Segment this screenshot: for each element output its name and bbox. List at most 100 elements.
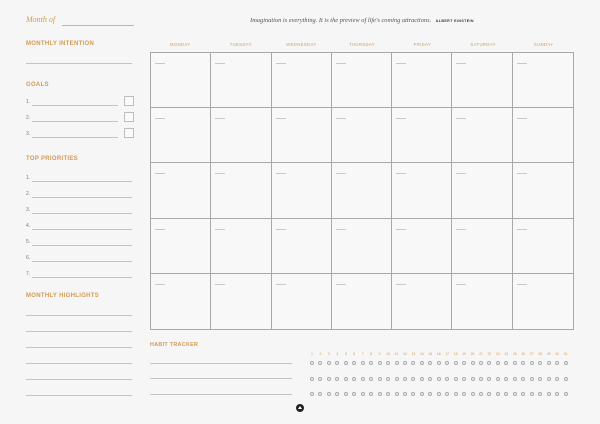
goal-checkbox[interactable] — [124, 96, 134, 106]
habit-circle[interactable] — [318, 392, 323, 396]
calendar-day-cell[interactable] — [392, 53, 453, 109]
habit-circle[interactable] — [419, 377, 424, 381]
calendar-day-cell[interactable] — [512, 163, 573, 219]
goal-line[interactable] — [32, 121, 118, 122]
habit-circle[interactable] — [479, 361, 483, 365]
habit-name-line[interactable] — [150, 394, 292, 395]
calendar-day-cell[interactable] — [452, 53, 513, 109]
calendar-day-cell[interactable] — [392, 273, 453, 329]
priority-line[interactable] — [32, 245, 132, 246]
habit-circle[interactable] — [352, 392, 357, 396]
habit-circle[interactable] — [402, 392, 407, 396]
calendar-day-cell[interactable] — [331, 163, 393, 219]
calendar-day-cell[interactable] — [452, 108, 513, 164]
calendar-day-cell[interactable] — [512, 219, 573, 274]
habit-circle[interactable] — [377, 361, 382, 365]
habit-circle[interactable] — [555, 377, 560, 381]
habit-circle[interactable] — [504, 377, 509, 381]
habit-circle[interactable] — [512, 361, 517, 365]
habit-circle[interactable] — [394, 377, 399, 381]
habit-circle[interactable] — [462, 361, 467, 365]
monthly-intention-line[interactable] — [26, 63, 132, 64]
habit-circle[interactable] — [487, 377, 492, 381]
habit-circle[interactable] — [377, 392, 382, 396]
calendar-day-cell[interactable] — [452, 218, 513, 274]
highlight-line[interactable] — [26, 363, 132, 364]
goal-checkbox[interactable] — [124, 128, 134, 138]
habit-circle[interactable] — [377, 377, 382, 381]
calendar-day-cell[interactable] — [392, 163, 453, 219]
habit-circle[interactable] — [462, 392, 467, 396]
calendar-day-cell[interactable] — [513, 274, 573, 329]
calendar-day-cell[interactable] — [332, 273, 393, 329]
habit-circle[interactable] — [563, 392, 568, 396]
habit-circle[interactable] — [419, 392, 424, 396]
habit-circle[interactable] — [394, 392, 399, 396]
habit-circle[interactable] — [538, 361, 543, 365]
habit-circle[interactable] — [428, 392, 433, 396]
calendar-day-cell[interactable] — [271, 218, 332, 274]
habit-circle[interactable] — [495, 361, 500, 365]
habit-circle[interactable] — [462, 377, 467, 381]
habit-circle[interactable] — [453, 361, 458, 365]
habit-circle[interactable] — [555, 361, 560, 365]
habit-name-line[interactable] — [150, 363, 292, 364]
habit-circle[interactable] — [504, 361, 509, 365]
habit-circle[interactable] — [402, 361, 407, 365]
habit-circle[interactable] — [470, 392, 475, 396]
habit-circle[interactable] — [394, 361, 399, 365]
calendar-day-cell[interactable] — [151, 163, 212, 219]
habit-circle[interactable] — [453, 377, 458, 381]
habit-circle[interactable] — [487, 361, 492, 365]
habit-circle[interactable] — [335, 377, 340, 381]
habit-circle[interactable] — [546, 361, 551, 365]
calendar-day-cell[interactable] — [271, 108, 332, 164]
habit-circle[interactable] — [318, 361, 323, 365]
calendar-day-cell[interactable] — [211, 163, 272, 219]
calendar-day-cell[interactable] — [331, 108, 393, 164]
habit-circle[interactable] — [386, 377, 391, 381]
habit-circle[interactable] — [445, 361, 450, 365]
highlight-line[interactable] — [26, 347, 132, 348]
habit-circle[interactable] — [470, 377, 475, 381]
calendar-day-cell[interactable] — [392, 108, 453, 164]
habit-circle[interactable] — [487, 392, 492, 396]
habit-circle[interactable] — [411, 377, 416, 381]
habit-circle[interactable] — [335, 392, 340, 396]
habit-circle[interactable] — [555, 392, 560, 396]
habit-circle[interactable] — [529, 377, 534, 381]
habit-circle[interactable] — [495, 392, 500, 396]
habit-circle[interactable] — [445, 392, 450, 396]
habit-circle[interactable] — [436, 361, 441, 365]
habit-circle[interactable] — [436, 377, 441, 381]
calendar-day-cell[interactable] — [452, 163, 513, 219]
habit-circle[interactable] — [386, 392, 391, 396]
habit-circle[interactable] — [512, 392, 517, 396]
highlight-line[interactable] — [26, 331, 132, 332]
habit-circle[interactable] — [352, 377, 357, 381]
highlight-line[interactable] — [26, 395, 132, 396]
habit-circle[interactable] — [335, 361, 340, 365]
habit-circle[interactable] — [411, 392, 416, 396]
habit-circle[interactable] — [369, 392, 374, 396]
habit-circle[interactable] — [428, 377, 433, 381]
habit-circle[interactable] — [411, 361, 416, 365]
habit-circle[interactable] — [453, 392, 458, 396]
habit-circle[interactable] — [529, 361, 534, 365]
calendar-day-cell[interactable] — [151, 108, 212, 164]
habit-circle[interactable] — [352, 361, 357, 365]
habit-circle[interactable] — [318, 377, 323, 381]
habit-circle[interactable] — [310, 392, 314, 396]
habit-circle[interactable] — [546, 392, 551, 396]
habit-circle[interactable] — [479, 392, 483, 396]
priority-line[interactable] — [32, 213, 132, 214]
habit-circle[interactable] — [521, 377, 526, 381]
priority-line[interactable] — [32, 277, 132, 278]
habit-circle[interactable] — [538, 377, 543, 381]
habit-circle[interactable] — [428, 361, 433, 365]
calendar-day-cell[interactable] — [512, 53, 573, 109]
calendar-day-cell[interactable] — [211, 273, 272, 329]
habit-circle[interactable] — [529, 392, 534, 396]
habit-circle[interactable] — [419, 361, 424, 365]
habit-circle[interactable] — [436, 392, 441, 396]
